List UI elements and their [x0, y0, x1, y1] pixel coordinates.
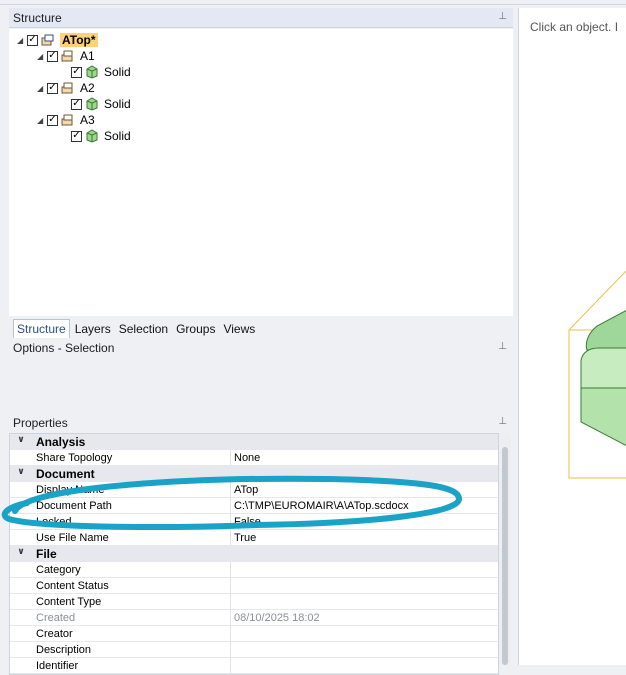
solid-body-icon [86, 129, 98, 143]
property-value[interactable] [231, 658, 498, 673]
solid-body-icon [86, 97, 98, 111]
properties-panel: Properties ⊥ ∨ Analysis Share Topology N… [1, 413, 513, 675]
component-icon [61, 82, 73, 94]
property-key: Category [10, 562, 231, 577]
pin-icon[interactable]: ⊥ [498, 416, 507, 427]
chevron-down-icon[interactable]: ∨ [10, 434, 32, 449]
property-row[interactable]: Identifier [10, 658, 498, 674]
property-value[interactable]: None [231, 450, 498, 465]
tree-node-solid[interactable]: ✓ Solid [71, 96, 131, 112]
property-row[interactable]: Description [10, 642, 498, 658]
left-dock: Structure ⊥ ◢ ✓ ATop* ◢ ✓ A1 ✓ Solid ◢ ✓… [1, 8, 513, 675]
chevron-down-icon[interactable]: ∨ [10, 546, 32, 561]
property-value[interactable] [231, 642, 498, 657]
pin-icon[interactable]: ⊥ [498, 341, 507, 352]
property-value: 08/10/2025 18:02 [234, 612, 320, 624]
tree-node-label: Solid [104, 65, 131, 79]
property-scrollbar[interactable] [499, 433, 511, 665]
solid-preview [568, 270, 626, 479]
component-icon [61, 114, 73, 126]
annotation-ellipse [1, 475, 463, 530]
property-value[interactable] [231, 594, 498, 609]
checkbox-checked-icon[interactable]: ✓ [71, 130, 82, 142]
tab-layers[interactable]: Layers [72, 320, 114, 338]
scrollbar-thumb[interactable] [502, 447, 508, 665]
property-row[interactable]: Content Type [10, 594, 498, 610]
top-border [0, 0, 626, 5]
property-row[interactable]: Creator [10, 626, 498, 642]
tree-node-label: A1 [80, 49, 95, 63]
checkbox-checked-icon[interactable]: ✓ [71, 98, 82, 110]
checkbox-checked-icon[interactable]: ✓ [47, 82, 58, 94]
property-key: Identifier [10, 658, 231, 673]
properties-panel-header: Properties ⊥ [9, 413, 513, 433]
3d-viewport[interactable]: Click an object. I [518, 8, 626, 665]
property-value[interactable] [231, 626, 498, 641]
triangle-down-icon[interactable]: ◢ [37, 84, 47, 93]
tree-node-label: A3 [80, 113, 95, 127]
tree-node-label: Solid [104, 129, 131, 143]
tab-groups[interactable]: Groups [173, 320, 218, 338]
property-key: Share Topology [10, 450, 231, 465]
component-icon [61, 50, 73, 62]
property-key: Created [10, 610, 231, 625]
property-category-label: File [36, 547, 57, 561]
tree-node-solid[interactable]: ✓ Solid [71, 64, 131, 80]
solid-body-icon [86, 65, 98, 79]
property-key: Content Type [10, 594, 231, 609]
tree-node-a3[interactable]: ◢ ✓ A3 [37, 112, 95, 128]
options-panel-title: Options - Selection [13, 341, 115, 355]
tree-node-solid[interactable]: ✓ Solid [71, 128, 131, 144]
property-row[interactable]: Content Status [10, 578, 498, 594]
property-row[interactable]: Created 08/10/2025 18:02 [10, 610, 498, 626]
pin-icon[interactable]: ⊥ [498, 11, 507, 22]
property-key: Description [10, 642, 231, 657]
options-panel: Options - Selection ⊥ [9, 338, 513, 358]
tree-node-a1[interactable]: ◢ ✓ A1 [37, 48, 95, 64]
property-row[interactable]: Share Topology None [10, 450, 498, 466]
structure-panel-header: Structure ⊥ [9, 8, 513, 28]
structure-panel-title: Structure [13, 10, 62, 25]
checkbox-checked-icon[interactable]: ✓ [71, 66, 82, 78]
property-grid[interactable]: ∨ Analysis Share Topology None ∨ Documen… [9, 433, 499, 675]
structure-tree[interactable]: ◢ ✓ ATop* ◢ ✓ A1 ✓ Solid ◢ ✓ A2 ✓ Solid … [9, 29, 513, 316]
properties-panel-title: Properties [13, 416, 68, 430]
property-row[interactable]: Category [10, 562, 498, 578]
component-icon [41, 34, 54, 46]
tree-node-root[interactable]: ◢ ✓ ATop* [17, 32, 98, 48]
tree-node-label: ATop* [60, 33, 98, 47]
triangle-down-icon[interactable]: ◢ [17, 36, 27, 45]
property-key: Creator [10, 626, 231, 641]
options-panel-header: Options - Selection ⊥ [9, 338, 513, 358]
tree-node-label: Solid [104, 97, 131, 111]
tab-views[interactable]: Views [220, 320, 258, 338]
triangle-down-icon[interactable]: ◢ [37, 52, 47, 61]
tab-structure[interactable]: Structure [13, 319, 70, 339]
property-category-label: Analysis [36, 435, 86, 449]
property-category-file[interactable]: ∨ File [10, 546, 498, 562]
checkbox-checked-icon[interactable]: ✓ [47, 50, 58, 62]
property-category-analysis[interactable]: ∨ Analysis [10, 434, 498, 450]
tree-node-label: A2 [80, 81, 95, 95]
triangle-down-icon[interactable]: ◢ [37, 116, 47, 125]
tree-node-a2[interactable]: ◢ ✓ A2 [37, 80, 95, 96]
tab-selection[interactable]: Selection [116, 320, 171, 338]
checkbox-checked-icon[interactable]: ✓ [27, 34, 38, 46]
property-key: Content Status [10, 578, 231, 593]
property-value[interactable] [231, 562, 498, 577]
property-value[interactable] [231, 578, 498, 593]
checkbox-checked-icon[interactable]: ✓ [47, 114, 58, 126]
